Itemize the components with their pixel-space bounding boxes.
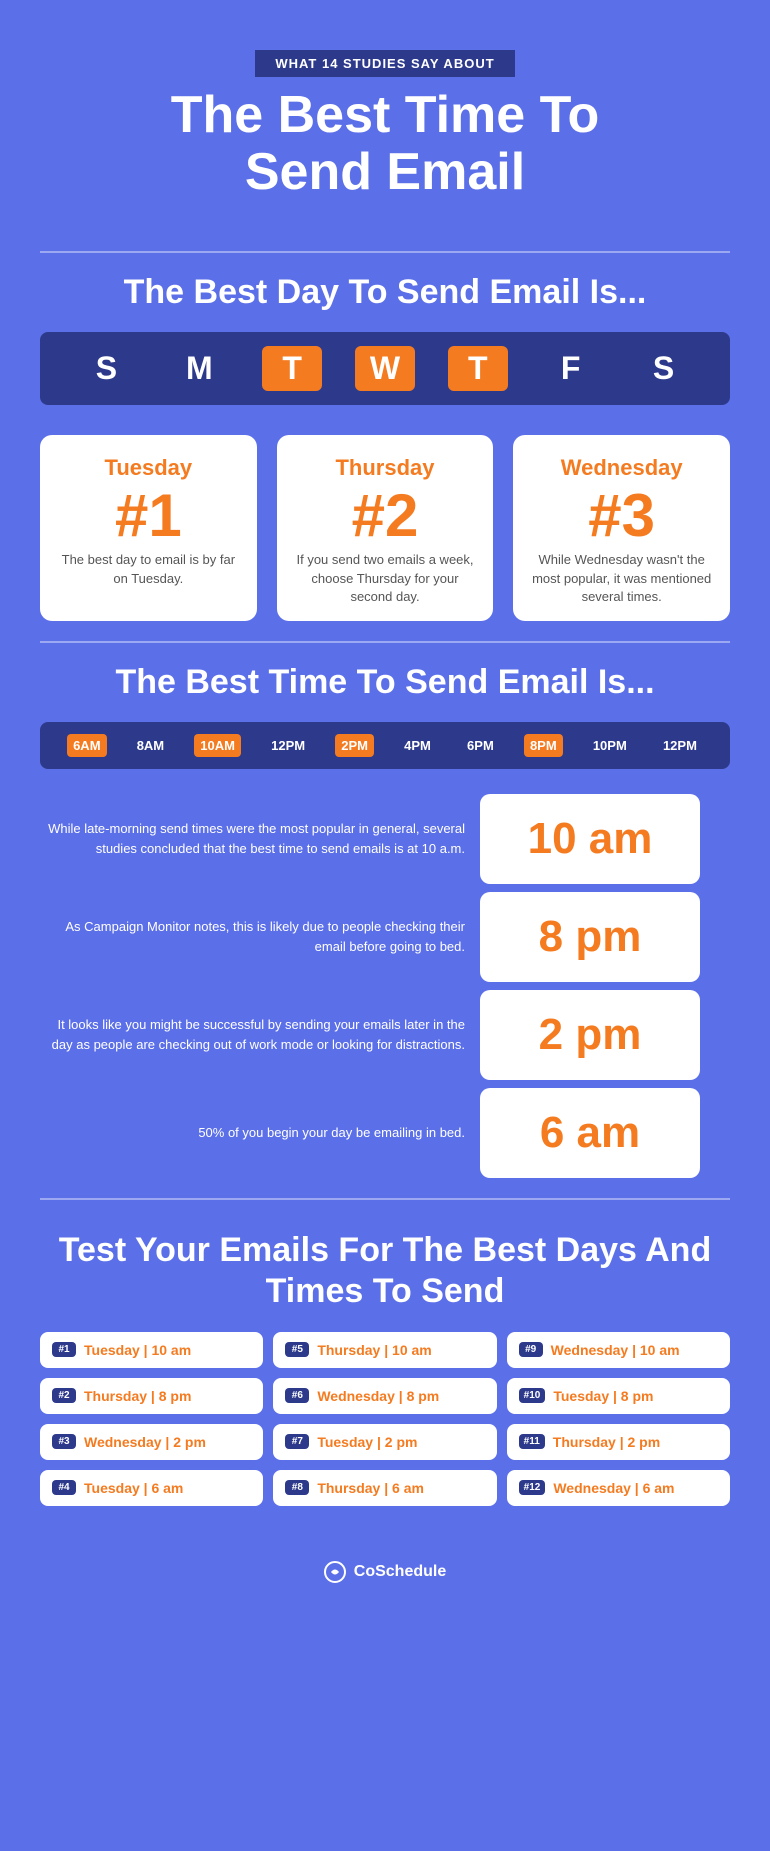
- combo-text-8: Thursday | 6 am: [317, 1480, 424, 1496]
- coschedule-logo-icon: [324, 1561, 346, 1583]
- combo-badge-11: #11: [519, 1434, 545, 1449]
- time-entry-row-2: As Campaign Monitor notes, this is likel…: [40, 892, 730, 982]
- test-section: Test Your Emails For The Best Days And T…: [40, 1220, 730, 1546]
- combo-8: #8 Thursday | 6 am: [273, 1470, 496, 1506]
- rank-card-3: Wednesday #3 While Wednesday wasn't the …: [513, 435, 730, 621]
- combo-4: #4 Tuesday | 6 am: [40, 1470, 263, 1506]
- divider-1: [40, 251, 730, 253]
- time-2pm: 2PM: [335, 734, 374, 757]
- time-entry-desc-3: It looks like you might be successful by…: [40, 1015, 465, 1054]
- best-time-title: The Best Time To Send Email Is...: [40, 663, 730, 702]
- combo-11: #11 Thursday | 2 pm: [507, 1424, 730, 1460]
- rank-card-2: Thursday #2 If you send two emails a wee…: [277, 435, 494, 621]
- rank3-desc: While Wednesday wasn't the most popular,…: [528, 551, 715, 606]
- time-10pm: 10PM: [587, 734, 633, 757]
- day-bar: S M T W T F S: [40, 332, 730, 405]
- combo-badge-2: #2: [52, 1388, 76, 1403]
- footer: CoSchedule: [40, 1546, 730, 1588]
- time-entry-row-1: While late-morning send times were the m…: [40, 794, 730, 884]
- combo-text-4: Tuesday | 6 am: [84, 1480, 183, 1496]
- main-title: The Best Time To Send Email: [40, 87, 730, 201]
- footer-brand: CoSchedule: [354, 1563, 446, 1581]
- time-6am: 6AM: [67, 734, 106, 757]
- day-T2: T: [448, 346, 508, 391]
- rank2-day: Thursday: [292, 455, 479, 481]
- rank2-number: #2: [292, 486, 479, 546]
- page-wrapper: WHAT 14 STUDIES SAY ABOUT The Best Time …: [0, 0, 770, 1628]
- time-12pm-1: 12PM: [265, 734, 311, 757]
- combo-badge-10: #10: [519, 1388, 546, 1403]
- combo-badge-3: #3: [52, 1434, 76, 1449]
- time-entry-desc-2: As Campaign Monitor notes, this is likel…: [40, 917, 465, 956]
- rank1-desc: The best day to email is by far on Tuesd…: [55, 551, 242, 587]
- time-8am: 8AM: [131, 734, 170, 757]
- best-day-title: The Best Day To Send Email Is...: [40, 273, 730, 312]
- rank-card-1: Tuesday #1 The best day to email is by f…: [40, 435, 257, 621]
- time-6pm: 6PM: [461, 734, 500, 757]
- time-4pm: 4PM: [398, 734, 437, 757]
- combo-2: #2 Thursday | 8 pm: [40, 1378, 263, 1414]
- divider-3: [40, 1198, 730, 1200]
- time-entry-box-2: 8 pm: [480, 892, 700, 982]
- rank3-day: Wednesday: [528, 455, 715, 481]
- combo-text-5: Thursday | 10 am: [317, 1342, 431, 1358]
- best-day-section: The Best Day To Send Email Is... S M T W…: [40, 273, 730, 621]
- time-entry-row-3: It looks like you might be successful by…: [40, 990, 730, 1080]
- combo-badge-6: #6: [285, 1388, 309, 1403]
- rank3-number: #3: [528, 486, 715, 546]
- test-title: Test Your Emails For The Best Days And T…: [40, 1230, 730, 1312]
- time-entries: While late-morning send times were the m…: [40, 794, 730, 1178]
- combo-text-10: Tuesday | 8 pm: [553, 1388, 653, 1404]
- combo-5: #5 Thursday | 10 am: [273, 1332, 496, 1368]
- combo-text-7: Tuesday | 2 pm: [317, 1434, 417, 1450]
- day-M: M: [169, 350, 229, 387]
- rank-cards: Tuesday #1 The best day to email is by f…: [40, 435, 730, 621]
- combo-7: #7 Tuesday | 2 pm: [273, 1424, 496, 1460]
- header-subtitle: WHAT 14 STUDIES SAY ABOUT: [255, 50, 514, 77]
- combo-badge-5: #5: [285, 1342, 309, 1357]
- combo-text-3: Wednesday | 2 pm: [84, 1434, 206, 1450]
- combo-text-6: Wednesday | 8 pm: [317, 1388, 439, 1404]
- combo-3: #3 Wednesday | 2 pm: [40, 1424, 263, 1460]
- combo-badge-12: #12: [519, 1480, 546, 1495]
- rank1-day: Tuesday: [55, 455, 242, 481]
- best-time-section: The Best Time To Send Email Is... 6AM 8A…: [40, 663, 730, 1178]
- time-12pm-2: 12PM: [657, 734, 703, 757]
- day-S2: S: [633, 350, 693, 387]
- combo-text-12: Wednesday | 6 am: [553, 1480, 674, 1496]
- combo-text-9: Wednesday | 10 am: [551, 1342, 680, 1358]
- rank2-desc: If you send two emails a week, choose Th…: [292, 551, 479, 606]
- time-10am: 10AM: [194, 734, 241, 757]
- combo-12: #12 Wednesday | 6 am: [507, 1470, 730, 1506]
- combo-badge-9: #9: [519, 1342, 543, 1357]
- combo-badge-1: #1: [52, 1342, 76, 1357]
- time-bar: 6AM 8AM 10AM 12PM 2PM 4PM 6PM 8PM 10PM 1…: [40, 722, 730, 769]
- day-F: F: [541, 350, 601, 387]
- combo-1: #1 Tuesday | 10 am: [40, 1332, 263, 1368]
- day-S1: S: [76, 350, 136, 387]
- combo-grid: #1 Tuesday | 10 am #5 Thursday | 10 am #…: [40, 1332, 730, 1506]
- header-section: WHAT 14 STUDIES SAY ABOUT The Best Time …: [40, 30, 730, 231]
- combo-badge-7: #7: [285, 1434, 309, 1449]
- day-W: W: [355, 346, 415, 391]
- time-entry-row-4: 50% of you begin your day be emailing in…: [40, 1088, 730, 1178]
- day-T1: T: [262, 346, 322, 391]
- rank1-number: #1: [55, 486, 242, 546]
- combo-badge-8: #8: [285, 1480, 309, 1495]
- time-8pm: 8PM: [524, 734, 563, 757]
- time-entry-box-4: 6 am: [480, 1088, 700, 1178]
- combo-badge-4: #4: [52, 1480, 76, 1495]
- combo-9: #9 Wednesday | 10 am: [507, 1332, 730, 1368]
- combo-10: #10 Tuesday | 8 pm: [507, 1378, 730, 1414]
- time-entry-desc-4: 50% of you begin your day be emailing in…: [40, 1123, 465, 1143]
- combo-text-11: Thursday | 2 pm: [553, 1434, 660, 1450]
- time-entry-box-3: 2 pm: [480, 990, 700, 1080]
- time-entry-box-1: 10 am: [480, 794, 700, 884]
- combo-6: #6 Wednesday | 8 pm: [273, 1378, 496, 1414]
- time-entry-desc-1: While late-morning send times were the m…: [40, 819, 465, 858]
- combo-text-1: Tuesday | 10 am: [84, 1342, 191, 1358]
- divider-2: [40, 641, 730, 643]
- combo-text-2: Thursday | 8 pm: [84, 1388, 191, 1404]
